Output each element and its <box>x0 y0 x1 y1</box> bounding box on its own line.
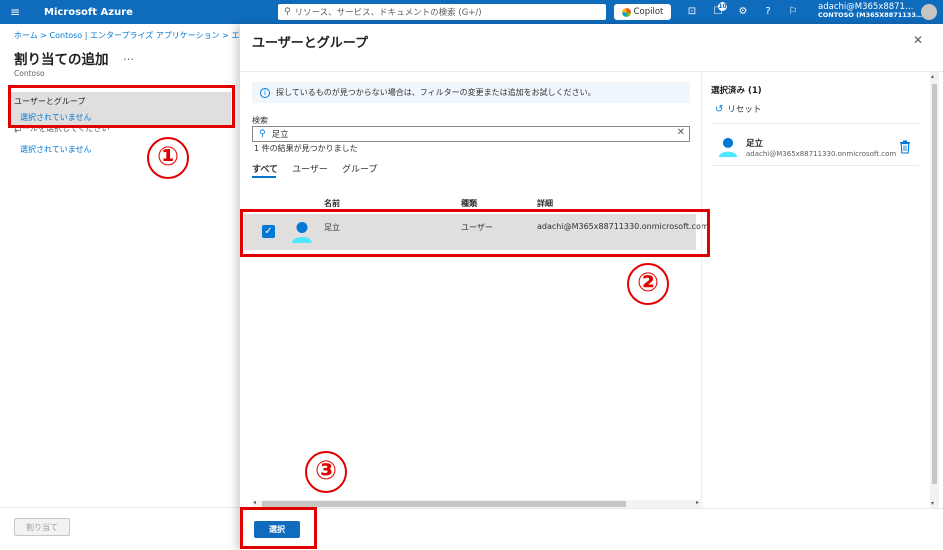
info-banner: i 探しているものが見つからない場合は、フィルターの変更または追加をお試しくださ… <box>252 82 690 103</box>
page-subtitle: Contoso <box>14 69 45 78</box>
hamburger-menu-icon[interactable]: ≡ <box>0 5 30 19</box>
search-placeholder: リソース、サービス、ドキュメントの検索 (G+/) <box>294 8 482 18</box>
role-value-link[interactable]: 選択されていません <box>20 144 92 155</box>
result-count: 1 件の結果が見つかりました <box>254 144 358 153</box>
column-header-name[interactable]: 名前 <box>324 198 340 209</box>
tab-all[interactable]: すべて <box>252 162 278 175</box>
clear-search-icon[interactable]: ✕ <box>677 127 685 138</box>
annotation-box-step2 <box>240 209 710 257</box>
copilot-button[interactable]: Copilot <box>614 4 671 20</box>
user-avatar-icon <box>718 137 738 158</box>
global-search-input[interactable]: ⚲ リソース、サービス、ドキュメントの検索 (G+/) <box>278 4 606 20</box>
trash-icon[interactable] <box>899 140 911 154</box>
panel-footer-divider <box>240 508 943 509</box>
more-options-icon[interactable]: … <box>123 50 134 63</box>
column-header-type[interactable]: 種類 <box>461 198 477 209</box>
tab-users[interactable]: ユーザー <box>292 162 328 175</box>
settings-gear-icon[interactable]: ⚙ <box>736 5 750 19</box>
search-label: 検索 <box>252 116 268 125</box>
help-icon[interactable]: ? <box>761 5 775 19</box>
search-icon: ⚲ <box>284 7 291 17</box>
reset-icon: ↺ <box>715 103 724 115</box>
scroll-right-icon[interactable]: ▸ <box>696 499 699 506</box>
annotation-number-step2: ② <box>627 263 669 305</box>
pane-separator <box>701 72 702 508</box>
vertical-scrollbar[interactable]: ▴ ▾ <box>930 72 939 508</box>
role-section-label: ロールを選択してください * <box>14 127 110 135</box>
column-header-details[interactable]: 詳細 <box>537 198 553 209</box>
selected-email: adachi@M365x88711330.onmicrosoft.com <box>746 150 897 158</box>
panel-title: ユーザーとグループ <box>252 36 368 51</box>
account-tenant: CONTOSO (M365X8871133… <box>818 11 923 20</box>
vertical-scroll-thumb[interactable] <box>932 84 937 484</box>
close-icon[interactable]: ✕ <box>913 33 923 47</box>
notification-badge: 10 <box>718 2 727 11</box>
account-info[interactable]: adachi@M365x8871… CONTOSO (M365X8871133… <box>818 2 923 20</box>
panel-divider <box>240 71 943 72</box>
scroll-up-icon[interactable]: ▴ <box>931 73 934 80</box>
selected-item: 足立 adachi@M365x88711330.onmicrosoft.com <box>711 132 919 166</box>
annotation-box-step1 <box>8 85 235 128</box>
search-value: 足立 <box>271 130 289 140</box>
annotation-number-step1: ① <box>147 137 189 179</box>
info-icon: i <box>260 87 270 98</box>
footer-divider <box>0 507 240 508</box>
selected-divider <box>711 123 919 124</box>
copilot-logo-icon <box>621 7 631 17</box>
user-search-input[interactable]: ⚲ 足立 ✕ <box>252 126 690 142</box>
account-avatar[interactable] <box>921 4 937 20</box>
active-tab-indicator <box>252 176 276 178</box>
page-title: 割り当ての追加 <box>14 52 109 68</box>
scroll-down-icon[interactable]: ▾ <box>931 500 934 507</box>
assign-button[interactable]: 割り当て <box>14 518 70 536</box>
info-text: 探しているものが見つからない場合は、フィルターの変更または追加をお試しください。 <box>276 88 596 97</box>
tab-groups[interactable]: グループ <box>342 162 377 175</box>
copilot-label: Copilot <box>633 7 664 17</box>
annotation-box-step3 <box>240 507 317 549</box>
scroll-left-icon[interactable]: ◂ <box>253 499 256 506</box>
brand-name[interactable]: Microsoft Azure <box>44 7 133 18</box>
feedback-icon[interactable]: ⚐ <box>786 5 800 19</box>
selected-title: 選択済み (1) <box>711 86 762 96</box>
cloud-shell-icon[interactable]: ⊡ <box>685 5 699 19</box>
reset-button[interactable]: ↺ リセット <box>715 103 762 116</box>
search-icon: ⚲ <box>259 129 266 139</box>
reset-label: リセット <box>727 105 762 115</box>
horizontal-scrollbar[interactable]: ◂ ▸ <box>252 499 700 508</box>
breadcrumb[interactable]: ホーム > Contoso | エンタープライズ アプリケーション > エンター <box>14 30 240 41</box>
selected-name: 足立 <box>746 139 764 149</box>
annotation-number-step3: ③ <box>305 451 347 493</box>
